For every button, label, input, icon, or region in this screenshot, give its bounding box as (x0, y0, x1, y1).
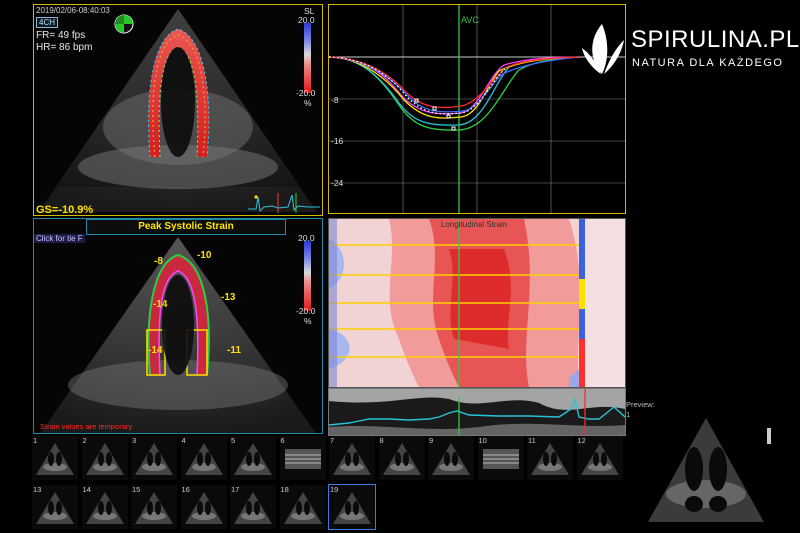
thumbnail-image (432, 443, 470, 475)
click-for-tie-button[interactable]: Click for tie F (34, 234, 85, 243)
preview-image[interactable] (646, 414, 766, 526)
scale-bottom-value: -20.0 (296, 88, 316, 98)
scale-bottom-value-bottom: -20.0 (296, 306, 316, 316)
segment-value-mid-septal: -14 (153, 299, 168, 310)
clip-thumbnail[interactable]: 17 (230, 485, 276, 529)
thumbnail-image (284, 449, 321, 469)
clip-thumbnail[interactable]: 5 (230, 436, 276, 480)
heatmap-title: Longitudinal Strain (441, 220, 508, 229)
clip-thumbnail[interactable]: 11 (527, 436, 573, 480)
thumbnail-image (184, 492, 223, 524)
thumbnail-image (85, 492, 124, 524)
thumbnail-image (482, 449, 519, 469)
scale-top-value-bottom: 20.0 (298, 233, 315, 243)
clip-thumbnail[interactable]: 6 (279, 436, 326, 480)
thumbnail-image (36, 492, 74, 524)
thumbnail-image (184, 443, 223, 475)
thumbnail-image (333, 492, 371, 524)
ecg-mmode-strip[interactable] (328, 388, 626, 436)
thumbnail-image (333, 443, 371, 475)
preview-index: 1 (626, 410, 631, 419)
scale-unit: % (304, 98, 312, 108)
spirulina-leaf-logo (580, 22, 626, 78)
clip-thumbnail[interactable]: 8 (378, 436, 425, 480)
segment-value-apical-septal: -8 (154, 256, 163, 267)
scale-top-value: 20.0 (298, 15, 315, 25)
echo-sector-image (39, 9, 317, 212)
brand-name: SPIRULINA.PL (631, 26, 800, 53)
clip-thumbnail[interactable]: 10 (477, 436, 524, 480)
clip-thumbnail[interactable]: 14 (81, 485, 128, 529)
echo-sector-image-bottom (40, 237, 316, 433)
peak-strain-echo-panel[interactable]: 20.0 -20.0 % -8 -10 -14 -13 -14 -11 (33, 218, 323, 434)
segment-value-mid-lateral: -13 (221, 292, 236, 303)
clip-thumbnail[interactable]: 16 (180, 485, 227, 529)
segment-value-basal-septal: -14 (148, 345, 163, 356)
temporary-values-warning: Strain values are temporary (40, 422, 133, 431)
thumbnail-image (234, 492, 272, 524)
preview-scale-marker (767, 428, 771, 444)
thumbnail-image (135, 492, 173, 524)
mini-ecg-trace (248, 193, 320, 213)
y-tick-24: -24 (331, 178, 344, 188)
clip-thumbnail[interactable]: 7 (329, 436, 375, 480)
avc-label: AVC (461, 15, 479, 25)
segment-value-apical-lateral: -10 (197, 250, 212, 261)
brand-tagline: NATURA DLA KAŻDEGO (632, 57, 784, 69)
clip-thumbnail[interactable]: 15 (131, 485, 177, 529)
clip-thumbnail[interactable]: 9 (428, 436, 474, 480)
thumbnail-image (580, 443, 619, 475)
thumbnail-image (531, 443, 569, 475)
y-tick-8: -8 (331, 95, 339, 105)
clip-thumbnail[interactable]: 13 (32, 485, 78, 529)
thumbnail-image (283, 492, 322, 524)
clip-thumbnail[interactable]: 2 (81, 436, 128, 480)
strain-colorbar-top (304, 23, 311, 93)
clip-thumbnail[interactable]: 3 (131, 436, 177, 480)
strain-colorbar-bottom (304, 241, 311, 311)
thumbnail-image (234, 443, 272, 475)
clip-thumbnail[interactable]: 1 (32, 436, 78, 480)
preview-label: Preview: (626, 400, 655, 409)
strain-echo-top-panel[interactable]: 2019/02/06-08:40:03 4CH FR= 49 fps HR= 8… (33, 4, 323, 216)
global-strain-value: GS=-10.9% (36, 204, 94, 216)
scale-unit-bottom: % (304, 316, 312, 326)
longitudinal-strain-heatmap[interactable]: Longitudinal Strain (328, 218, 626, 388)
clip-thumbnail[interactable]: 4 (180, 436, 227, 480)
y-tick-16: -16 (331, 136, 344, 146)
peak-systolic-strain-title[interactable]: Peak Systolic Strain (86, 219, 286, 235)
thumbnail-image (36, 443, 74, 475)
clip-thumbnail[interactable]: 18 (279, 485, 326, 529)
segment-value-basal-lateral: -11 (227, 345, 241, 356)
thumbnail-image (135, 443, 173, 475)
thumbnail-image (85, 443, 124, 475)
thumbnail-image (382, 443, 421, 475)
clip-thumbnail[interactable]: 12 (576, 436, 623, 480)
clip-thumbnail[interactable]: 19 (328, 484, 376, 530)
